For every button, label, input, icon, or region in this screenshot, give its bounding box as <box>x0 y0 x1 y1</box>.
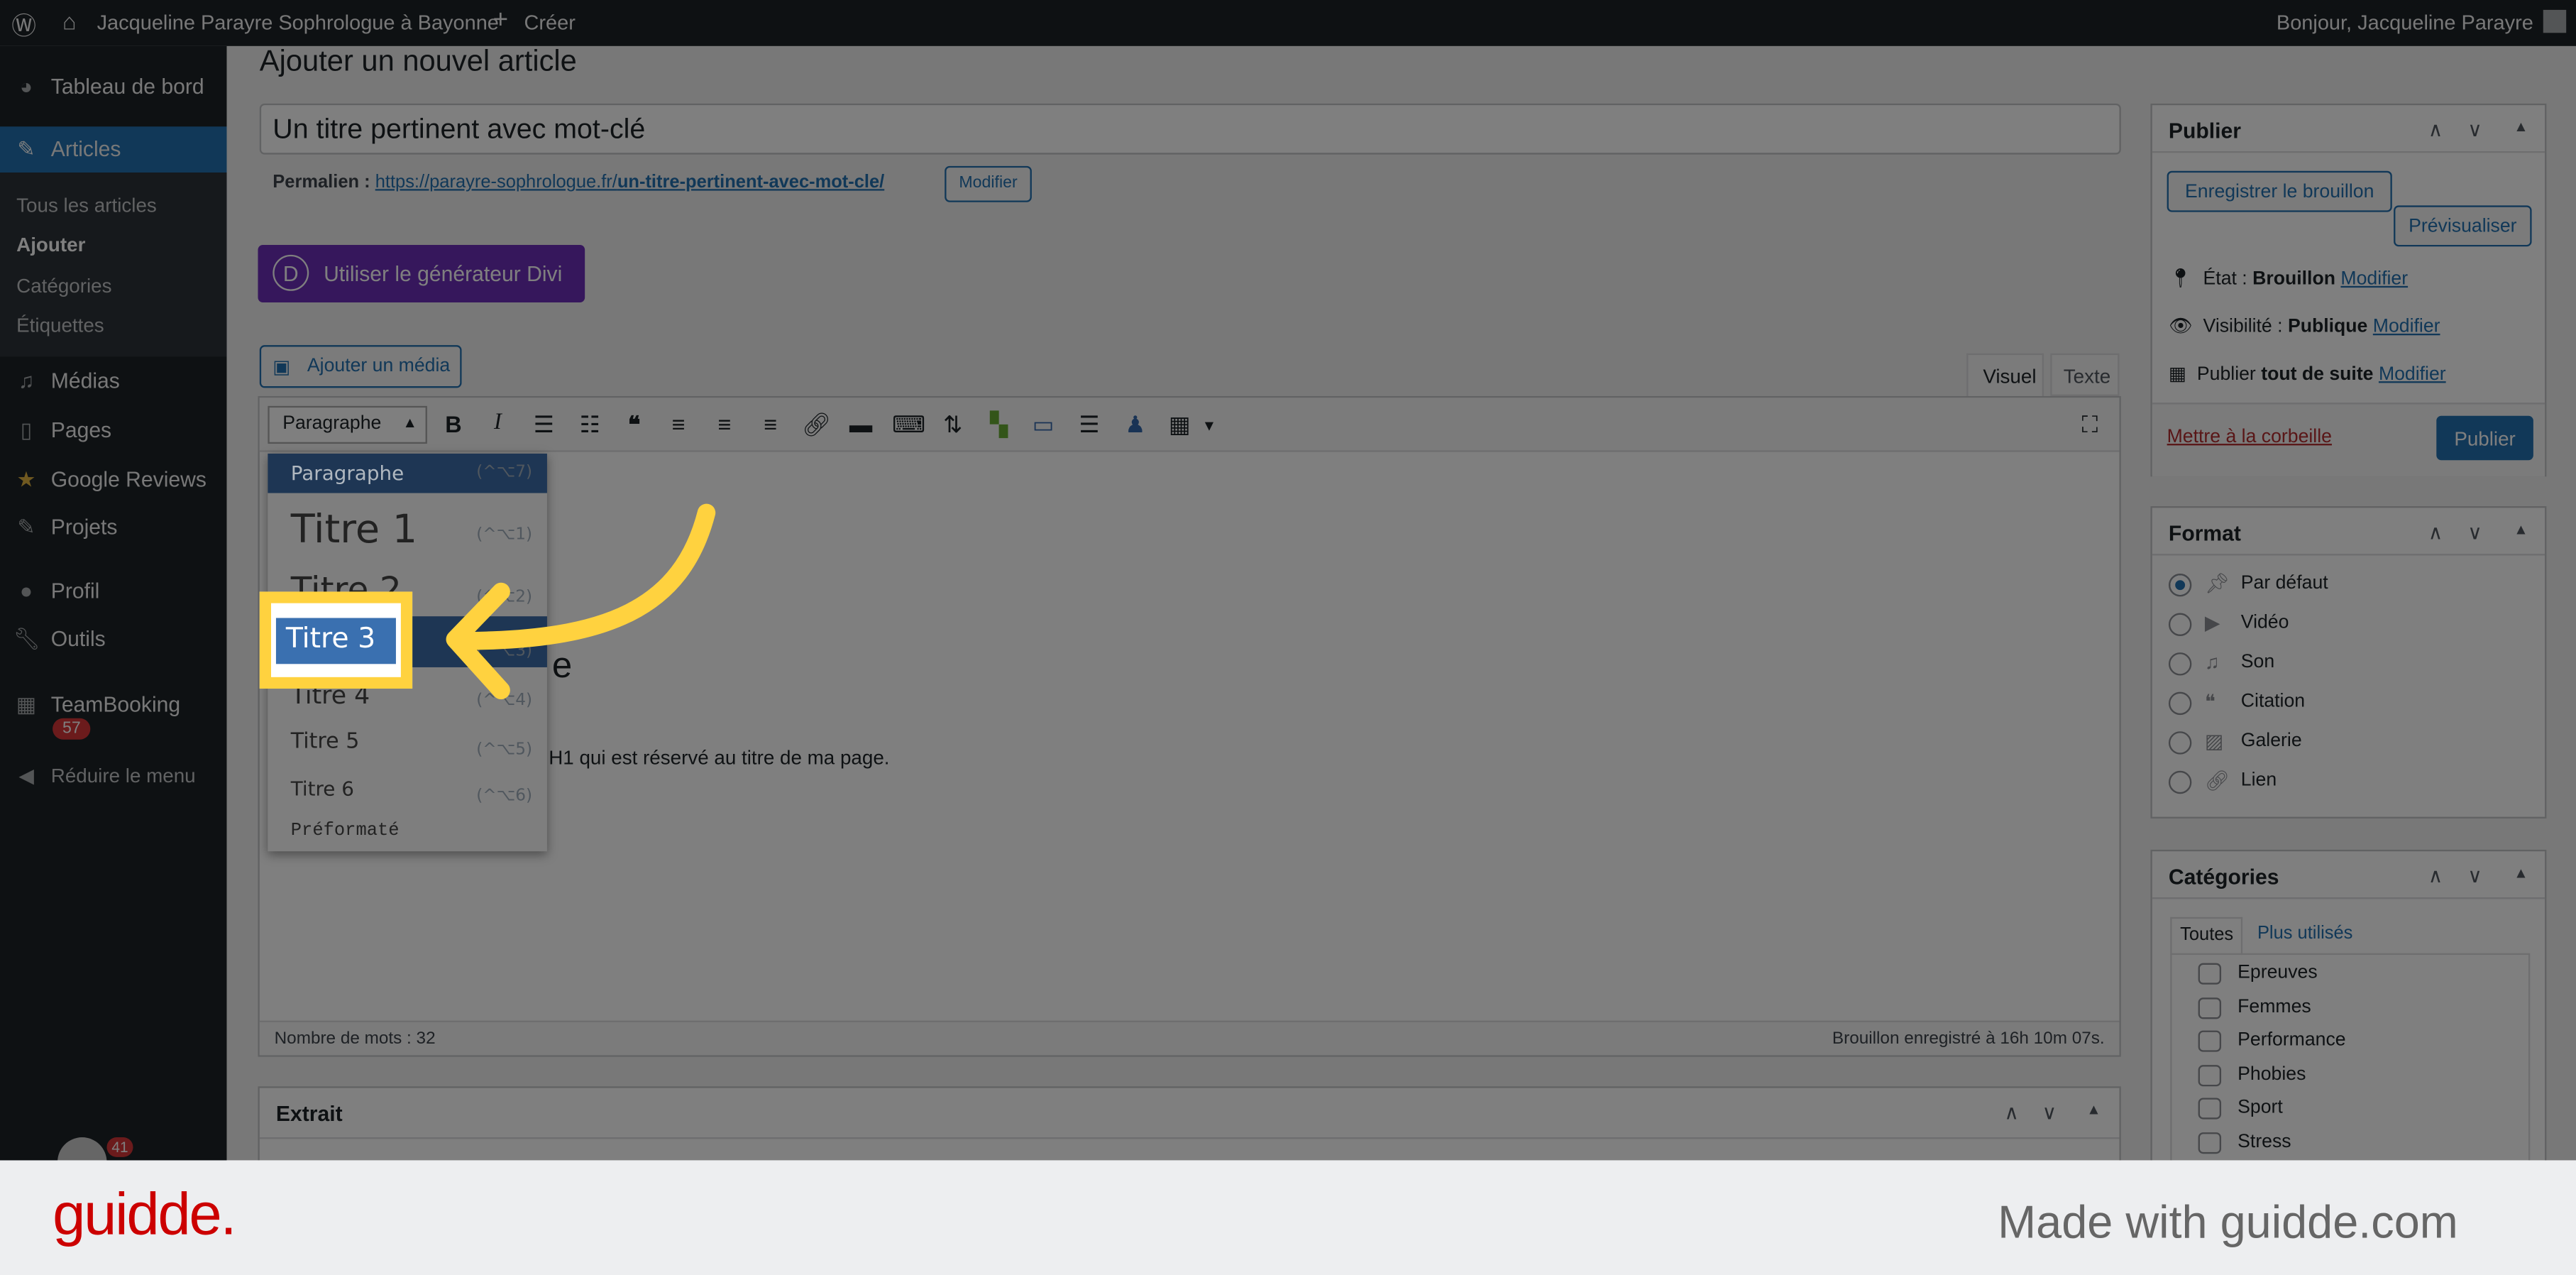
guidde-logo: guidde. <box>53 1180 237 1248</box>
footer-banner: guidde. Made with guidde.com <box>0 1160 2576 1275</box>
arrow-curve <box>451 503 716 650</box>
footer-tagline: Made with guidde.com <box>1998 1196 2458 1248</box>
pointer-arrow <box>446 503 716 700</box>
